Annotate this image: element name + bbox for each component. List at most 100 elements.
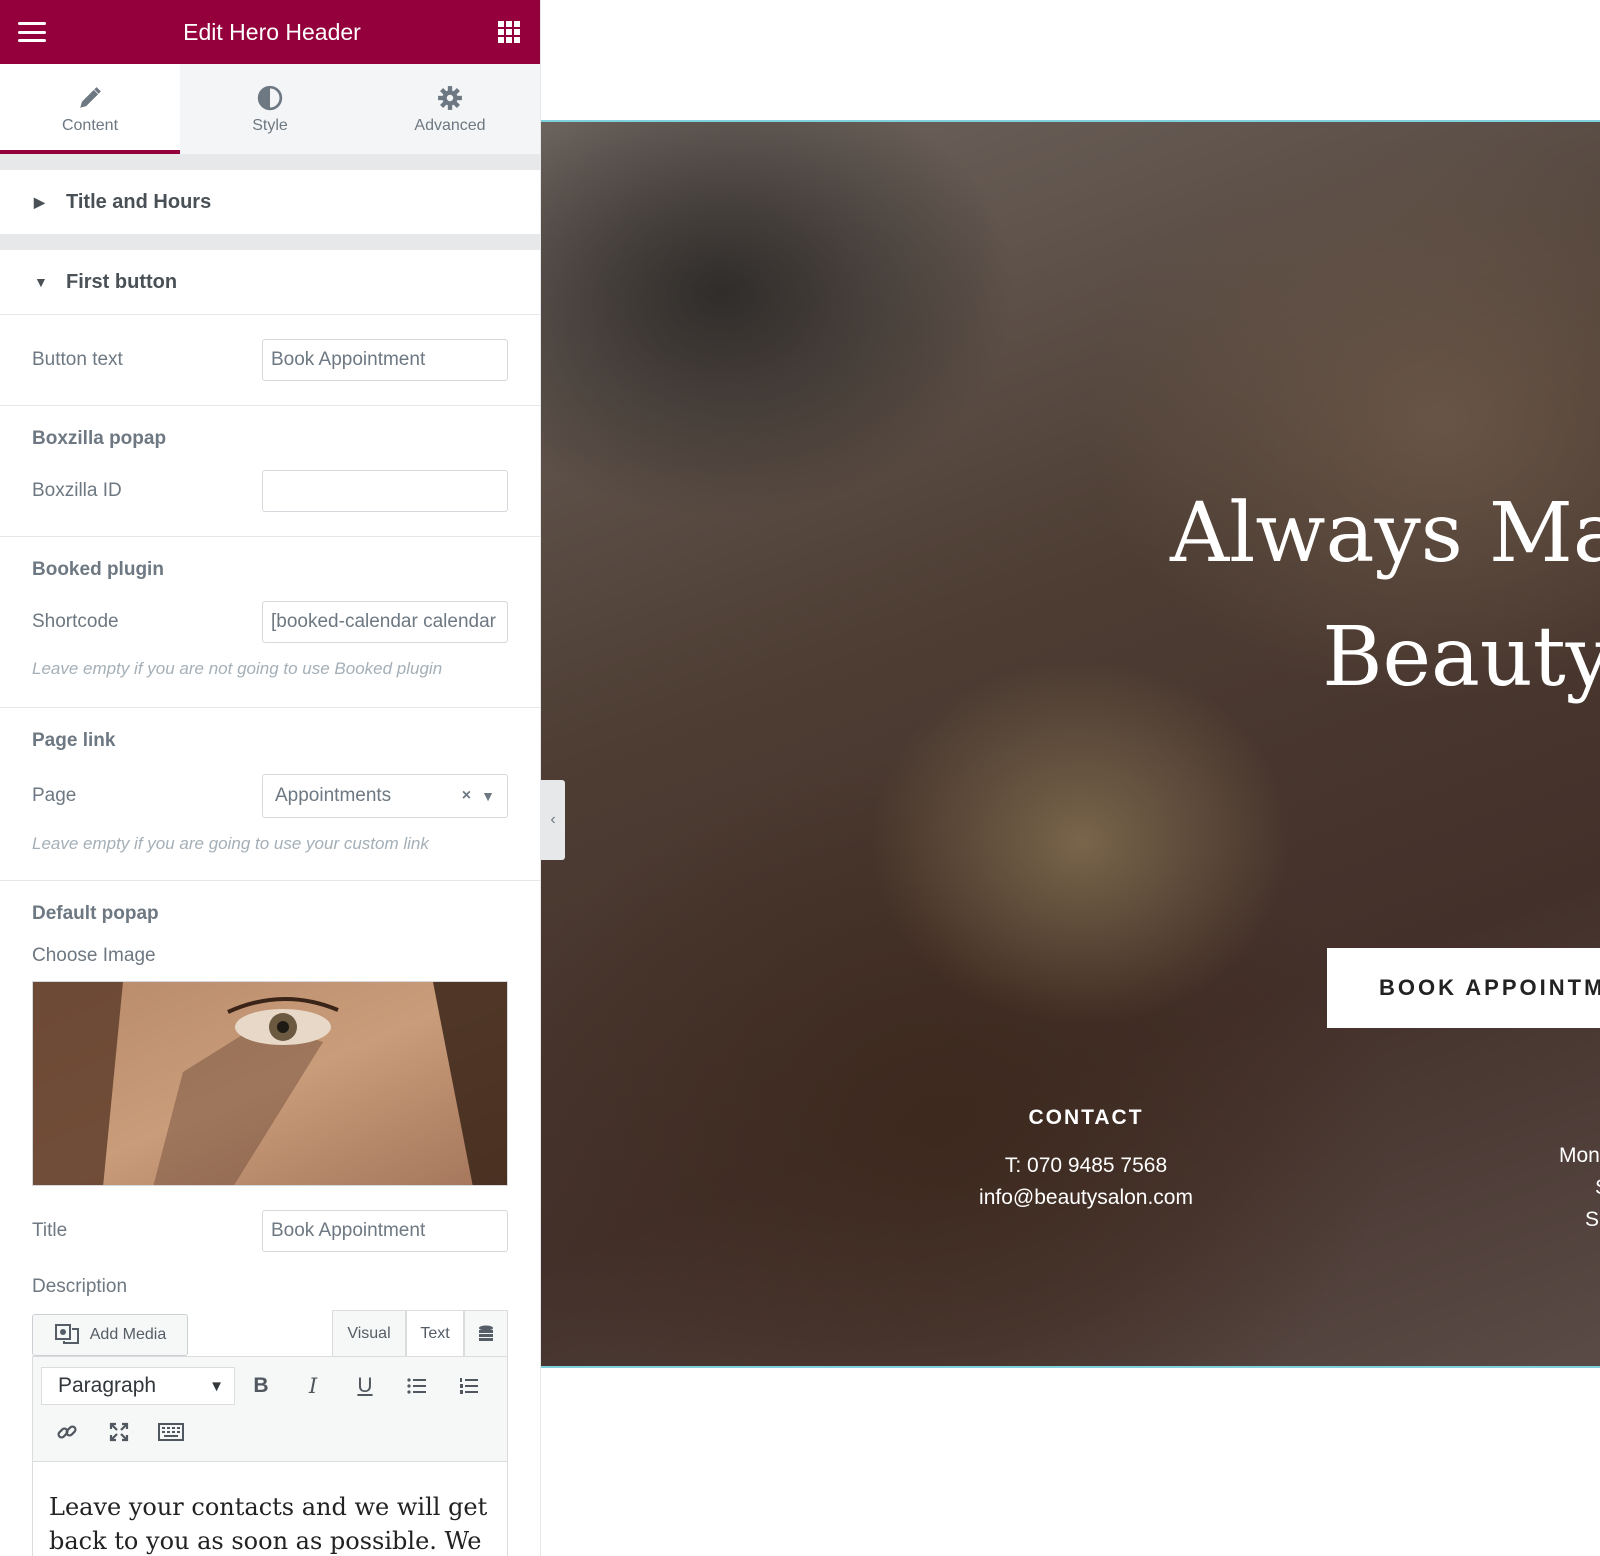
shortcode-label: Shortcode [32,611,119,632]
chevron-down-icon: ▼ [209,1377,224,1395]
format-select[interactable]: Paragraph ▼ [41,1367,235,1405]
editor-top-bar: Add Media Visual Text [0,1310,540,1356]
section-first-button[interactable]: ▼ First button [0,250,540,314]
contact-heading: CONTACT [1028,1106,1144,1129]
format-select-value: Paragraph [58,1374,157,1397]
contact-email: info@beautysalon.com [979,1186,1193,1209]
add-media-label: Add Media [89,1326,167,1343]
editor-toolbar: Paragraph ▼ B I U [33,1357,507,1462]
bold-icon[interactable]: B [235,1366,287,1406]
section-title-and-hours[interactable]: ▶ Title and Hours [0,170,540,234]
tab-content[interactable]: Content [0,64,180,154]
tab-style-label: Style [252,117,288,134]
page-link-heading: Page link [32,730,116,751]
fullscreen-icon[interactable] [93,1412,145,1452]
tab-content-label: Content [61,117,119,134]
image-preview[interactable] [32,981,508,1186]
page-select-value: Appointments [275,785,392,806]
pencil-icon [77,83,103,113]
link-icon[interactable] [41,1412,93,1452]
panel-header: Edit Hero Header [0,0,540,64]
hours-block: Mon S Su [1559,1140,1600,1236]
widgets-grid-icon[interactable] [497,21,520,43]
menu-icon[interactable] [18,22,46,42]
shortcode-row: Shortcode [booked-calendar calendar [0,601,540,643]
editor-panel: Edit Hero Header Content Style Advanced … [0,0,541,1556]
toolbar-row-1: Paragraph ▼ B I U [41,1363,499,1409]
hero-title-line-1: Always Make [1169,486,1600,581]
wysiwyg-editor: Paragraph ▼ B I U Leave your contacts an… [32,1356,508,1556]
boxzilla-heading: Boxzilla popap [32,428,167,449]
numbered-list-icon[interactable] [443,1366,495,1406]
tabs-divider [0,154,540,170]
button-text-row: Button text Book Appointment [0,339,540,381]
toolbar-row-2 [41,1409,499,1455]
contrast-icon [257,83,283,113]
hours-line: Su [1585,1208,1600,1231]
hero-section[interactable]: Always Make Beauty BOOK APPOINTMENT CONT… [541,120,1600,1368]
shortcode-input[interactable]: [booked-calendar calendar [262,601,508,643]
visual-tab[interactable]: Visual [332,1310,406,1356]
chevron-left-icon: ‹ [550,811,556,828]
hero-title: Always Make Beauty [1170,472,1600,720]
caret-right-icon: ▶ [34,193,45,210]
title-input[interactable]: Book Appointment [262,1210,508,1252]
bullet-list-icon[interactable] [391,1366,443,1406]
contact-block: CONTACT T: 070 9485 7568 info@beautysalo… [961,1106,1211,1214]
panel-title: Edit Hero Header [183,18,361,45]
italic-icon[interactable]: I [287,1366,339,1406]
gear-icon [437,83,463,113]
tab-advanced[interactable]: Advanced [360,64,540,154]
choose-image-label: Choose Image [32,945,156,966]
database-icon[interactable] [464,1310,508,1356]
page-label: Page [32,785,77,806]
contact-phone: T: 070 9485 7568 [1004,1154,1168,1177]
description-label: Description [32,1276,128,1297]
title-label: Title [32,1220,68,1241]
boxzilla-id-input[interactable] [262,470,508,512]
button-text-label: Button text [32,349,123,370]
clear-icon[interactable]: × [462,787,471,805]
keyboard-icon[interactable] [145,1412,197,1452]
booked-heading: Booked plugin [32,559,164,580]
app-root: Edit Hero Header Content Style Advanced … [0,0,1600,1556]
button-text-input[interactable]: Book Appointment [262,339,508,381]
add-media-button[interactable]: Add Media [32,1314,188,1356]
book-appointment-button[interactable]: BOOK APPOINTMENT [1327,948,1600,1028]
title-row: Title Book Appointment [0,1210,540,1252]
tab-style[interactable]: Style [180,64,360,154]
face-photo [33,982,507,1185]
section-first-button-label: First button [66,270,178,293]
choose-image-row: Choose Image [0,945,540,967]
page-select[interactable]: Appointments × ▼ [262,774,508,818]
shortcode-note: Leave empty if you are not going to use … [32,659,443,678]
hours-line: S [1559,1172,1600,1204]
media-icon [54,1321,80,1350]
boxzilla-id-label: Boxzilla ID [32,480,122,501]
editor-content[interactable]: Leave your contacts and we will get back… [33,1462,507,1556]
text-tab[interactable]: Text [406,1310,464,1356]
page-preview: Always Make Beauty BOOK APPOINTMENT CONT… [541,0,1600,1556]
collapse-panel-button[interactable]: ‹ [541,780,565,860]
boxzilla-id-row: Boxzilla ID [0,470,540,512]
default-popap-heading: Default popap [32,903,159,924]
hero-title-line-2: Beauty [1322,610,1600,705]
chevron-down-icon[interactable]: ▼ [481,788,495,804]
underline-icon[interactable]: U [339,1366,391,1406]
editor-mode-tabs: Visual Text [332,1310,508,1356]
panel-tabs: Content Style Advanced [0,64,540,154]
